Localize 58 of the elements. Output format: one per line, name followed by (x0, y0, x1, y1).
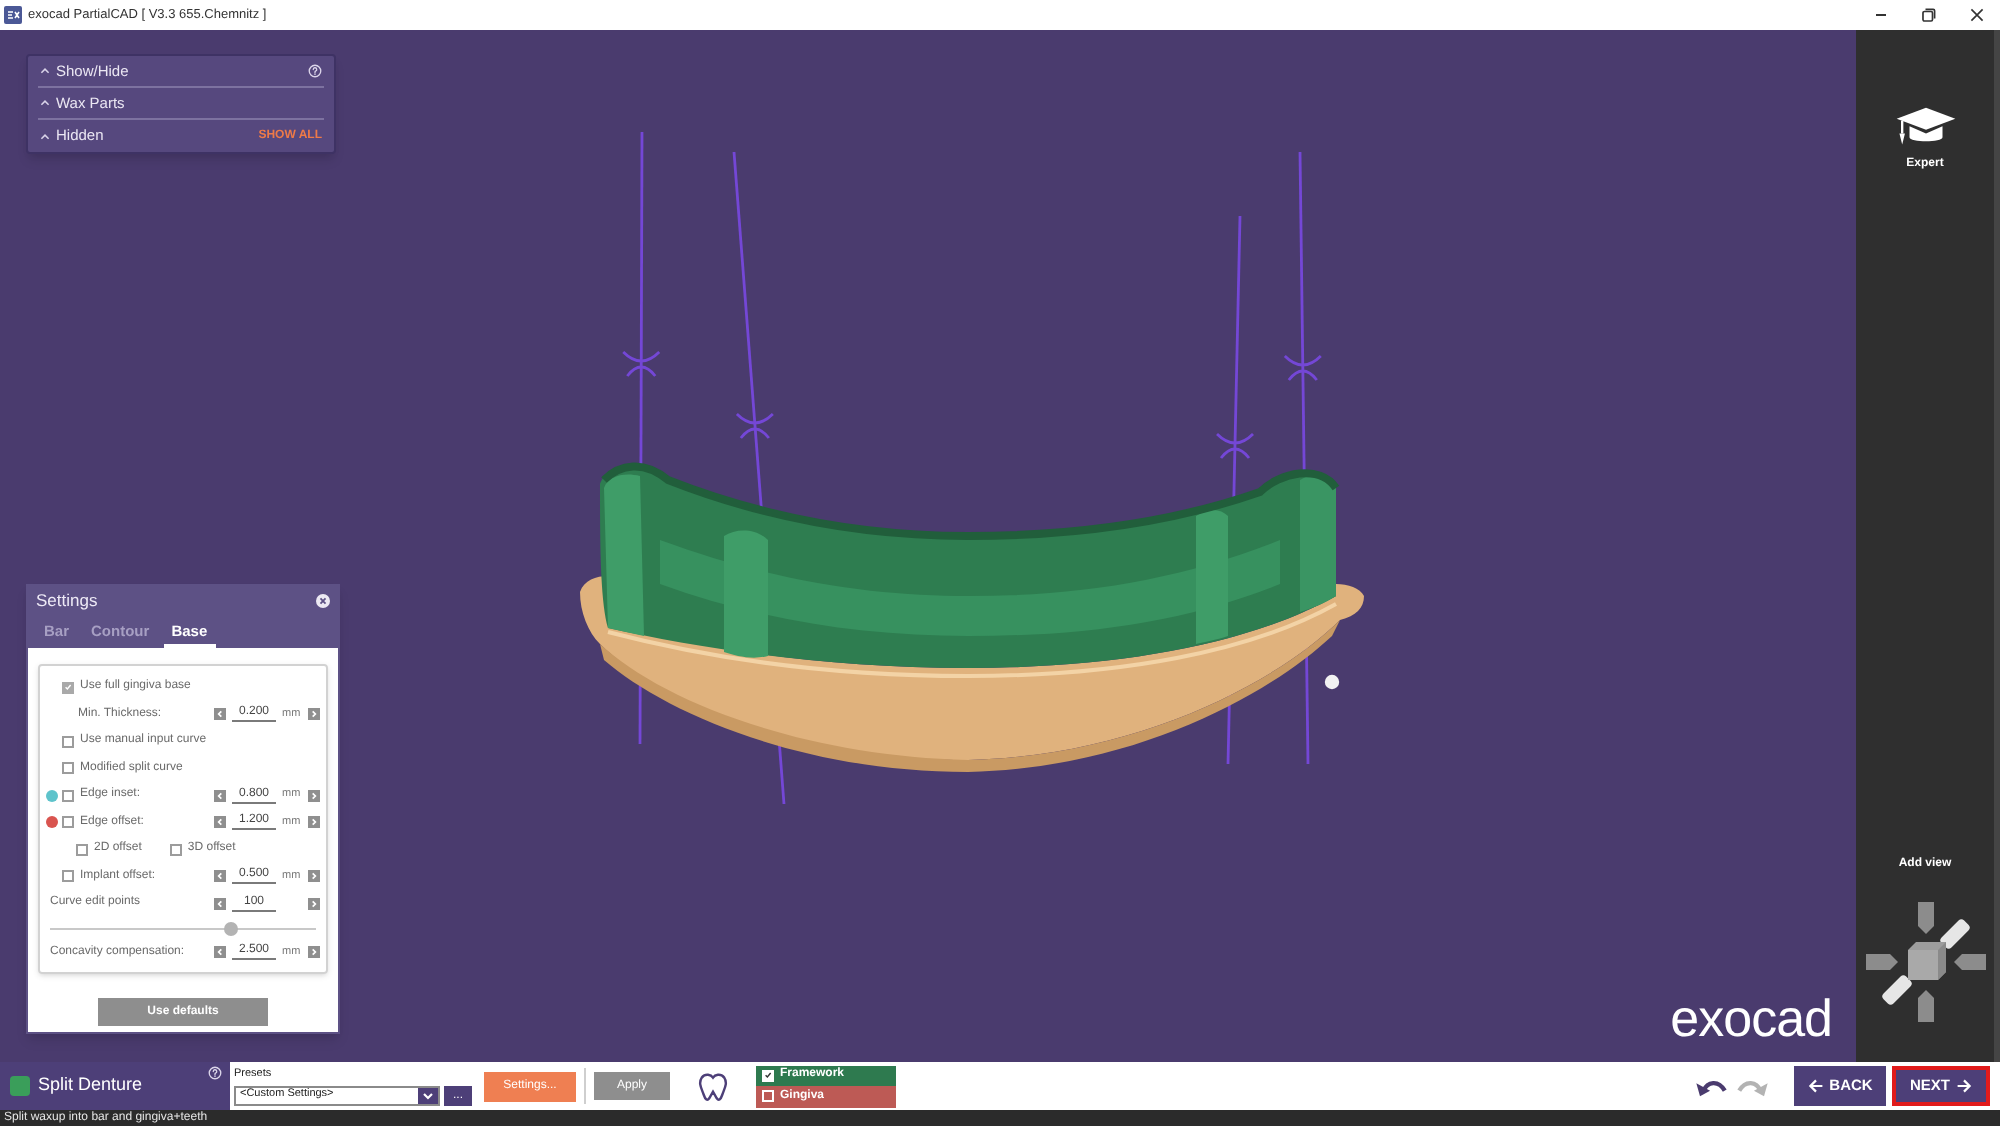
chevron-up-icon (40, 68, 50, 74)
decrement-button[interactable] (214, 870, 226, 883)
checkbox[interactable] (62, 870, 74, 883)
increment-button[interactable] (308, 789, 320, 802)
increment-button[interactable] (308, 816, 320, 829)
checkbox[interactable] (62, 735, 74, 748)
arrow-left-icon (1807, 1078, 1824, 1094)
checkbox[interactable] (169, 843, 182, 856)
chevron-right-icon (310, 791, 318, 800)
panel-title: Settings (36, 588, 98, 614)
sphere-handle[interactable] (1324, 674, 1340, 690)
chevron-left-icon (216, 791, 224, 800)
chevron-right-icon (310, 899, 318, 908)
help-icon[interactable] (308, 64, 322, 78)
chevron-up-icon (40, 100, 50, 106)
chevron-right-icon (310, 872, 318, 881)
close-icon[interactable] (316, 594, 330, 608)
decrement-button[interactable] (214, 897, 226, 910)
decrement-button[interactable] (214, 789, 226, 802)
chevron-up-icon (40, 133, 50, 139)
close-icon (1969, 8, 1983, 22)
checkbox[interactable] (762, 1069, 774, 1082)
chevron-right-icon (310, 818, 318, 827)
undo-button[interactable] (1694, 1075, 1728, 1097)
tooth-icon[interactable] (696, 1071, 730, 1101)
increment-button[interactable] (308, 870, 320, 883)
decrement-button[interactable] (214, 816, 226, 829)
exocad-logo: exocad (1670, 992, 1832, 1044)
restore-icon (1921, 8, 1935, 22)
chevron-left-icon (216, 899, 224, 908)
redo-icon (1736, 1075, 1770, 1097)
checkbox[interactable] (62, 762, 74, 775)
step-title: Split Denture (38, 1072, 143, 1099)
increment-button[interactable] (308, 897, 320, 910)
slider-thumb[interactable] (223, 921, 238, 935)
checkbox[interactable] (62, 789, 74, 802)
checkbox[interactable] (62, 816, 74, 829)
chevron-left-icon (216, 710, 224, 719)
checkbox[interactable] (62, 681, 74, 694)
3d-viewport[interactable] (0, 30, 1856, 1062)
slider[interactable] (50, 921, 316, 935)
chevron-right-icon (310, 710, 318, 719)
undo-icon (1694, 1075, 1728, 1097)
help-icon[interactable] (208, 1066, 222, 1080)
chevron-right-icon (310, 948, 318, 957)
decrement-button[interactable] (214, 946, 226, 959)
increment-button[interactable] (308, 946, 320, 959)
chevron-left-icon (216, 872, 224, 881)
view-cube-icon[interactable] (1861, 898, 1989, 1026)
checkbox[interactable] (76, 843, 88, 856)
increment-button[interactable] (308, 708, 320, 721)
chevron-left-icon (216, 948, 224, 957)
minimize-icon (1873, 14, 1887, 16)
chevron-left-icon (216, 818, 224, 827)
step-icon (10, 1076, 30, 1096)
decrement-button[interactable] (214, 708, 226, 721)
caret-down-icon (418, 1087, 438, 1103)
arrow-right-icon (1956, 1078, 1972, 1094)
